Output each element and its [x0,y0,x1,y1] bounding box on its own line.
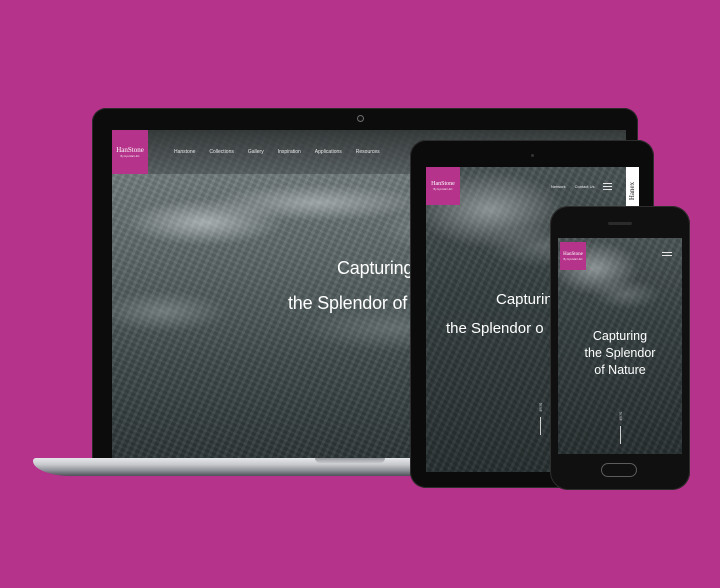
nav-item-applications[interactable]: Applications [315,149,342,155]
nav-item-contact[interactable]: Contact Us [575,184,595,189]
hamburger-icon[interactable] [662,252,672,256]
home-button[interactable] [601,463,637,477]
laptop-notch [315,458,385,463]
logo-tagline: By Hyundai L&C [563,257,583,261]
hanstone-logo[interactable]: HanStone By Hyundai L&C [426,167,460,205]
phone-frame: HanStone By Hyundai L&C Capturing the Sp… [550,206,690,490]
hanstone-logo[interactable]: HanStone By Hyundai L&C [112,130,148,174]
phone-speaker [608,222,632,225]
nav-item-gallery[interactable]: Gallery [248,149,264,155]
hero-headline-line2: the Splendor o [446,320,544,337]
nav-item-collections[interactable]: Collections [209,149,233,155]
hamburger-icon[interactable] [603,183,613,190]
tablet-nav: Network Contact Us [551,183,613,190]
hero-headline-line1: Capturin [496,291,553,308]
tablet-camera [531,154,534,157]
logo-tagline: By Hyundai L&C [433,188,453,191]
scroll-label: Scroll [538,402,543,412]
scroll-line [619,426,621,444]
logo-tagline: By Hyundai L&C [120,154,140,158]
main-nav: Hanstone Collections Gallery Inspiration… [174,149,394,155]
hero-headline-line1: Capturing [592,329,648,343]
hero-headline-line2: the Splendor of N [288,293,425,313]
phone-screen: HanStone By Hyundai L&C Capturing the Sp… [558,238,682,454]
hanex-label: Hanex [628,181,637,201]
nav-item-resources[interactable]: Resources [356,149,380,155]
hero-headline-line3: of Nature [594,363,646,377]
nav-item-network[interactable]: Network [551,184,566,189]
scroll-indicator[interactable]: Scroll [616,411,625,444]
webcam [357,115,364,122]
logo-text: HanStone [563,251,583,257]
scroll-label: Scroll [618,411,623,421]
logo-text: HanStone [116,145,144,154]
nav-item-inspiration[interactable]: Inspiration [278,149,301,155]
scroll-indicator[interactable]: Scroll [536,402,545,435]
hanstone-logo[interactable]: HanStone By Hyundai L&C [560,242,586,270]
nav-item-hanstone[interactable]: Hanstone [174,149,195,155]
hero-headline: Capturing the Splendor of Nature [558,328,682,379]
logo-text: HanStone [431,181,455,187]
hero-headline-line2: the Splendor [584,346,656,360]
hero-headline-line1: Capturing [337,258,414,278]
scroll-line [539,417,541,435]
